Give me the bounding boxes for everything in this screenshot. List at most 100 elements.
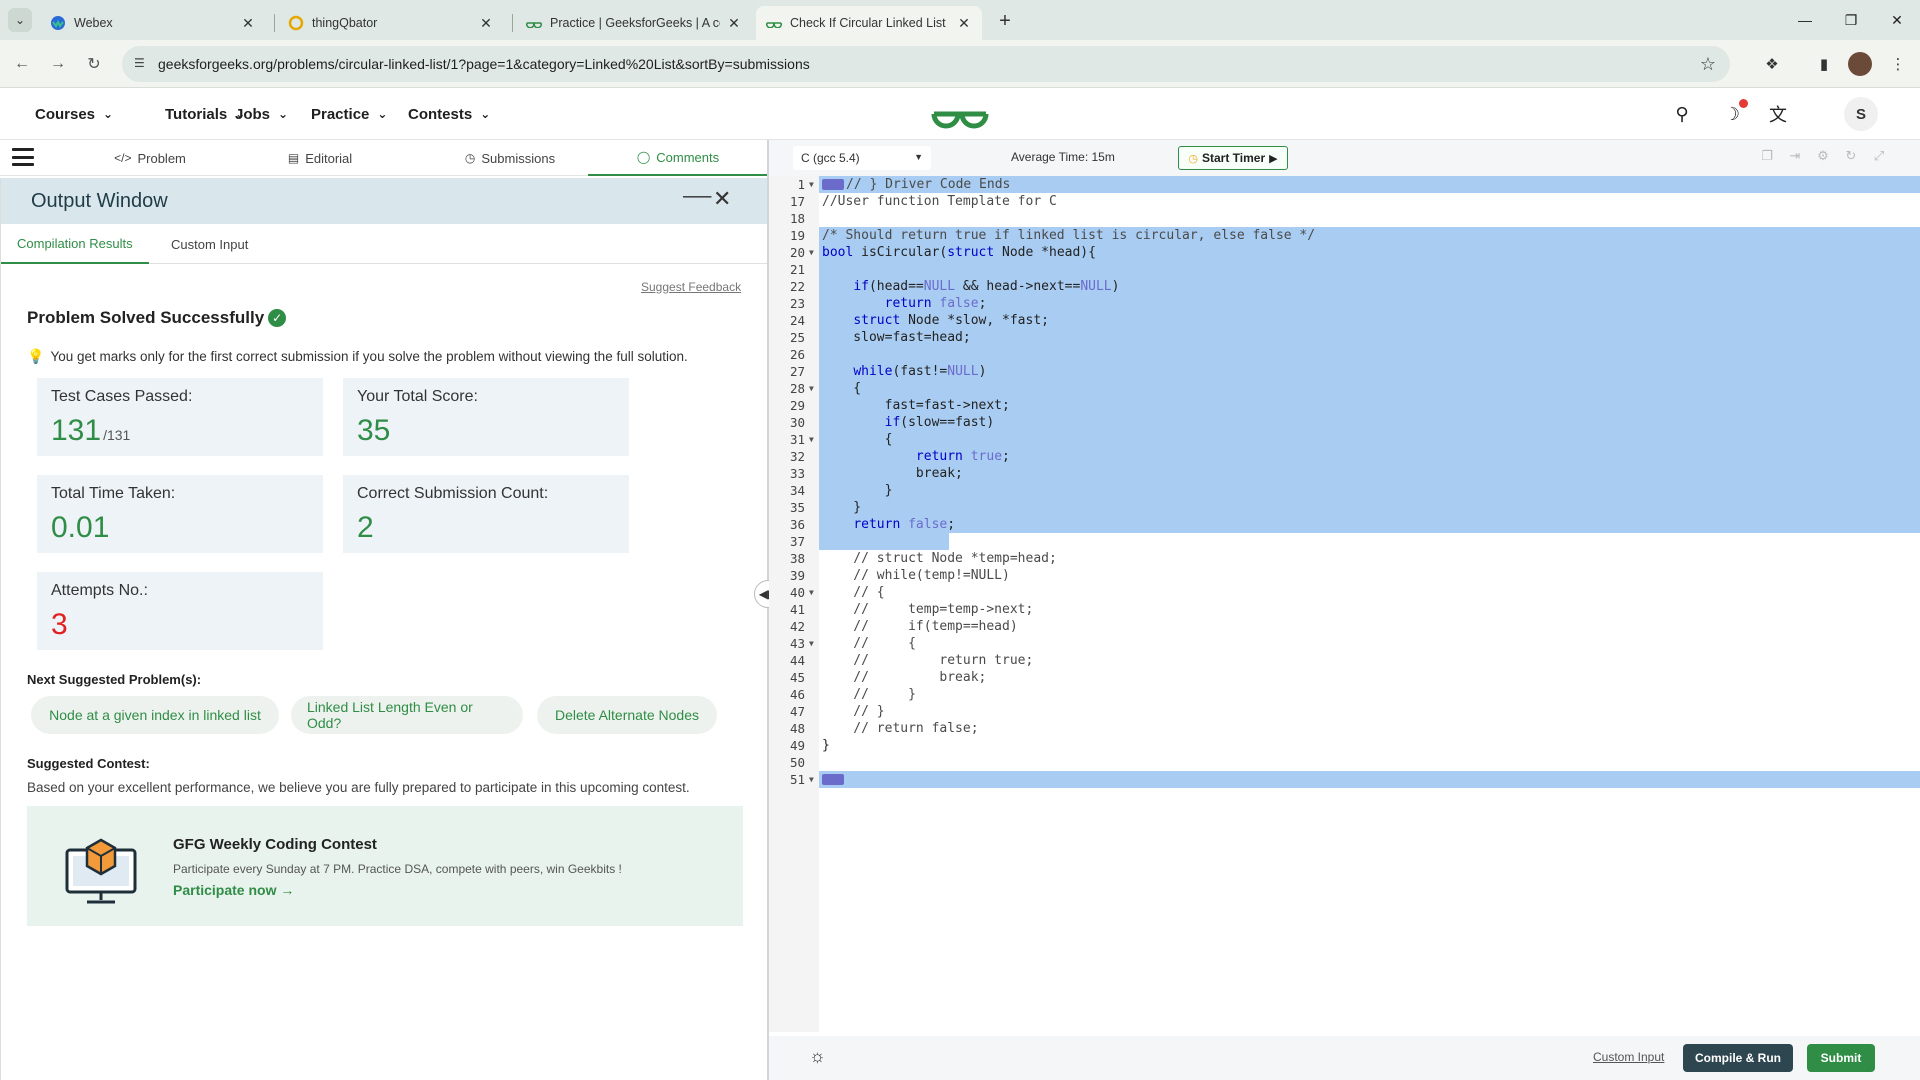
code-line[interactable]: 36 return false;: [769, 516, 1920, 533]
code-line[interactable]: 35 }: [769, 499, 1920, 516]
fold-arrow-icon[interactable]: ▼: [809, 771, 814, 788]
start-timer-button[interactable]: ◷ Start Timer ▶: [1178, 146, 1288, 170]
fold-arrow-icon[interactable]: ▼: [809, 431, 814, 448]
fold-arrow-icon[interactable]: ▼: [809, 176, 814, 193]
code-editor[interactable]: 1 ▼ // } Driver Code Ends 17 //User function…: [769, 176, 1920, 1032]
language-select[interactable]: C (gcc 5.4) ▼: [793, 146, 931, 170]
translate-icon[interactable]: 文: [1766, 102, 1790, 126]
fold-arrow-icon[interactable]: ▼: [809, 380, 814, 397]
tab-comments[interactable]: ◯ Comments: [588, 140, 768, 176]
extensions-icon[interactable]: ❖: [1760, 52, 1784, 76]
code-line[interactable]: 38 // struct Node *temp=head;: [769, 550, 1920, 567]
suggested-problem-chip[interactable]: Delete Alternate Nodes: [537, 696, 717, 734]
code-line[interactable]: 48 // return false;: [769, 720, 1920, 737]
nav-tutorials[interactable]: Tutorials ⌄: [165, 88, 245, 140]
nav-contests[interactable]: Contests ⌄: [408, 88, 490, 140]
nav-practice[interactable]: Practice ⌄: [311, 88, 387, 140]
code-line[interactable]: 19 /* Should return true if linked list i…: [769, 227, 1920, 244]
code-line[interactable]: 29 fast=fast->next;: [769, 397, 1920, 414]
code-line[interactable]: 21: [769, 261, 1920, 278]
side-panel-icon[interactable]: ▮: [1812, 52, 1836, 76]
site-info-icon[interactable]: ☰: [134, 56, 150, 72]
gfg-logo[interactable]: [930, 96, 990, 132]
address-bar[interactable]: ☰ geeksforgeeks.org/problems/circular-li…: [122, 46, 1730, 82]
menu-kebab-icon[interactable]: ⋮: [1886, 52, 1910, 76]
suggested-problem-chip[interactable]: Node at a given index in linked list: [31, 696, 279, 734]
tab-search-button[interactable]: ⌄: [8, 8, 32, 32]
search-icon[interactable]: ⚲: [1670, 102, 1694, 126]
code-line[interactable]: 34 }: [769, 482, 1920, 499]
participate-now-link[interactable]: Participate now →: [173, 882, 294, 898]
submit-button[interactable]: Submit: [1807, 1044, 1875, 1072]
suggest-feedback-link[interactable]: Suggest Feedback: [641, 280, 741, 294]
code-line[interactable]: 22 if(head==NULL && head->next==NULL): [769, 278, 1920, 295]
code-line[interactable]: 47 // }: [769, 703, 1920, 720]
lightbulb-icon[interactable]: ☼: [809, 1046, 826, 1067]
minimize-icon[interactable]: ──: [683, 186, 711, 209]
code-line[interactable]: 32 return true;: [769, 448, 1920, 465]
settings-icon[interactable]: ⚙: [1809, 148, 1837, 164]
close-icon[interactable]: ✕: [713, 186, 731, 212]
code-line[interactable]: 46 // }: [769, 686, 1920, 703]
code-line[interactable]: 37: [769, 533, 1920, 550]
code-line[interactable]: 31 ▼ {: [769, 431, 1920, 448]
code-line[interactable]: 50: [769, 754, 1920, 771]
user-avatar[interactable]: S: [1844, 97, 1878, 131]
close-icon[interactable]: ✕: [956, 15, 972, 31]
tab-compilation-results[interactable]: Compilation Results: [1, 224, 149, 264]
browser-tab-webex[interactable]: Webex ✕: [40, 6, 266, 40]
hamburger-menu-icon[interactable]: [12, 148, 34, 166]
tab-custom-input[interactable]: Custom Input: [155, 224, 264, 264]
reset-icon[interactable]: ↻: [1837, 148, 1865, 164]
code-line[interactable]: 23 return false;: [769, 295, 1920, 312]
fold-arrow-icon[interactable]: ▼: [809, 244, 814, 261]
forward-icon[interactable]: →: [46, 52, 70, 76]
tab-editorial[interactable]: ▤ Editorial: [260, 140, 380, 176]
code-line[interactable]: 42 // if(temp==head): [769, 618, 1920, 635]
browser-tab-practice[interactable]: Practice | GeeksforGeeks | A co ✕: [516, 6, 752, 40]
browser-profile-avatar[interactable]: [1848, 52, 1872, 76]
close-icon[interactable]: ✕: [726, 15, 742, 31]
url-text[interactable]: geeksforgeeks.org/problems/circular-link…: [158, 56, 810, 72]
code-line[interactable]: 18: [769, 210, 1920, 227]
bookmark-star-icon[interactable]: ☆: [1700, 54, 1716, 75]
contest-card[interactable]: GFG Weekly Coding Contest Participate ev…: [27, 806, 743, 926]
code-line[interactable]: 17 //User function Template for C: [769, 193, 1920, 210]
browser-tab-active[interactable]: Check If Circular Linked List | Pr ✕: [756, 6, 982, 40]
fold-arrow-icon[interactable]: ▼: [809, 635, 814, 652]
code-line[interactable]: 30 if(slow==fast): [769, 414, 1920, 431]
new-tab-button[interactable]: +: [992, 8, 1018, 34]
close-window-button[interactable]: ✕: [1874, 0, 1920, 40]
minimize-window-button[interactable]: —: [1782, 0, 1828, 40]
code-line[interactable]: 44 // return true;: [769, 652, 1920, 669]
code-line[interactable]: 24 struct Node *slow, *fast;: [769, 312, 1920, 329]
code-line[interactable]: 26: [769, 346, 1920, 363]
nav-jobs[interactable]: Jobs ⌄: [235, 88, 288, 140]
fold-arrow-icon[interactable]: ▼: [809, 584, 814, 601]
import-icon[interactable]: ⇥: [1781, 148, 1809, 164]
fold-marker-icon[interactable]: [822, 774, 844, 785]
code-line[interactable]: 20 ▼ bool isCircular(struct Node *head){: [769, 244, 1920, 261]
copy-icon[interactable]: ❐: [1753, 148, 1781, 164]
code-line[interactable]: 41 // temp=temp->next;: [769, 601, 1920, 618]
custom-input-link[interactable]: Custom Input: [1593, 1050, 1664, 1064]
browser-tab-thingqbator[interactable]: thingQbator ✕: [278, 6, 504, 40]
code-line[interactable]: 51 ▼: [769, 771, 1920, 788]
back-icon[interactable]: ←: [10, 52, 34, 76]
reload-icon[interactable]: ↻: [82, 52, 106, 76]
code-line[interactable]: 1 ▼ // } Driver Code Ends: [769, 176, 1920, 193]
tab-problem[interactable]: </> Problem: [90, 140, 210, 176]
suggested-problem-chip[interactable]: Linked List Length Even or Odd?: [291, 696, 523, 734]
code-line[interactable]: 27 while(fast!=NULL): [769, 363, 1920, 380]
code-line[interactable]: 49}: [769, 737, 1920, 754]
nav-courses[interactable]: Courses ⌄: [35, 88, 113, 140]
code-line[interactable]: 43 ▼ // {: [769, 635, 1920, 652]
close-icon[interactable]: ✕: [478, 15, 494, 31]
compile-run-button[interactable]: Compile & Run: [1683, 1044, 1793, 1072]
tab-submissions[interactable]: ◷ Submissions: [440, 140, 580, 176]
code-line[interactable]: 28 ▼ {: [769, 380, 1920, 397]
code-line[interactable]: 45 // break;: [769, 669, 1920, 686]
restore-window-button[interactable]: ❐: [1828, 0, 1874, 40]
code-line[interactable]: 40 ▼ // {: [769, 584, 1920, 601]
fold-marker-icon[interactable]: [822, 179, 844, 190]
